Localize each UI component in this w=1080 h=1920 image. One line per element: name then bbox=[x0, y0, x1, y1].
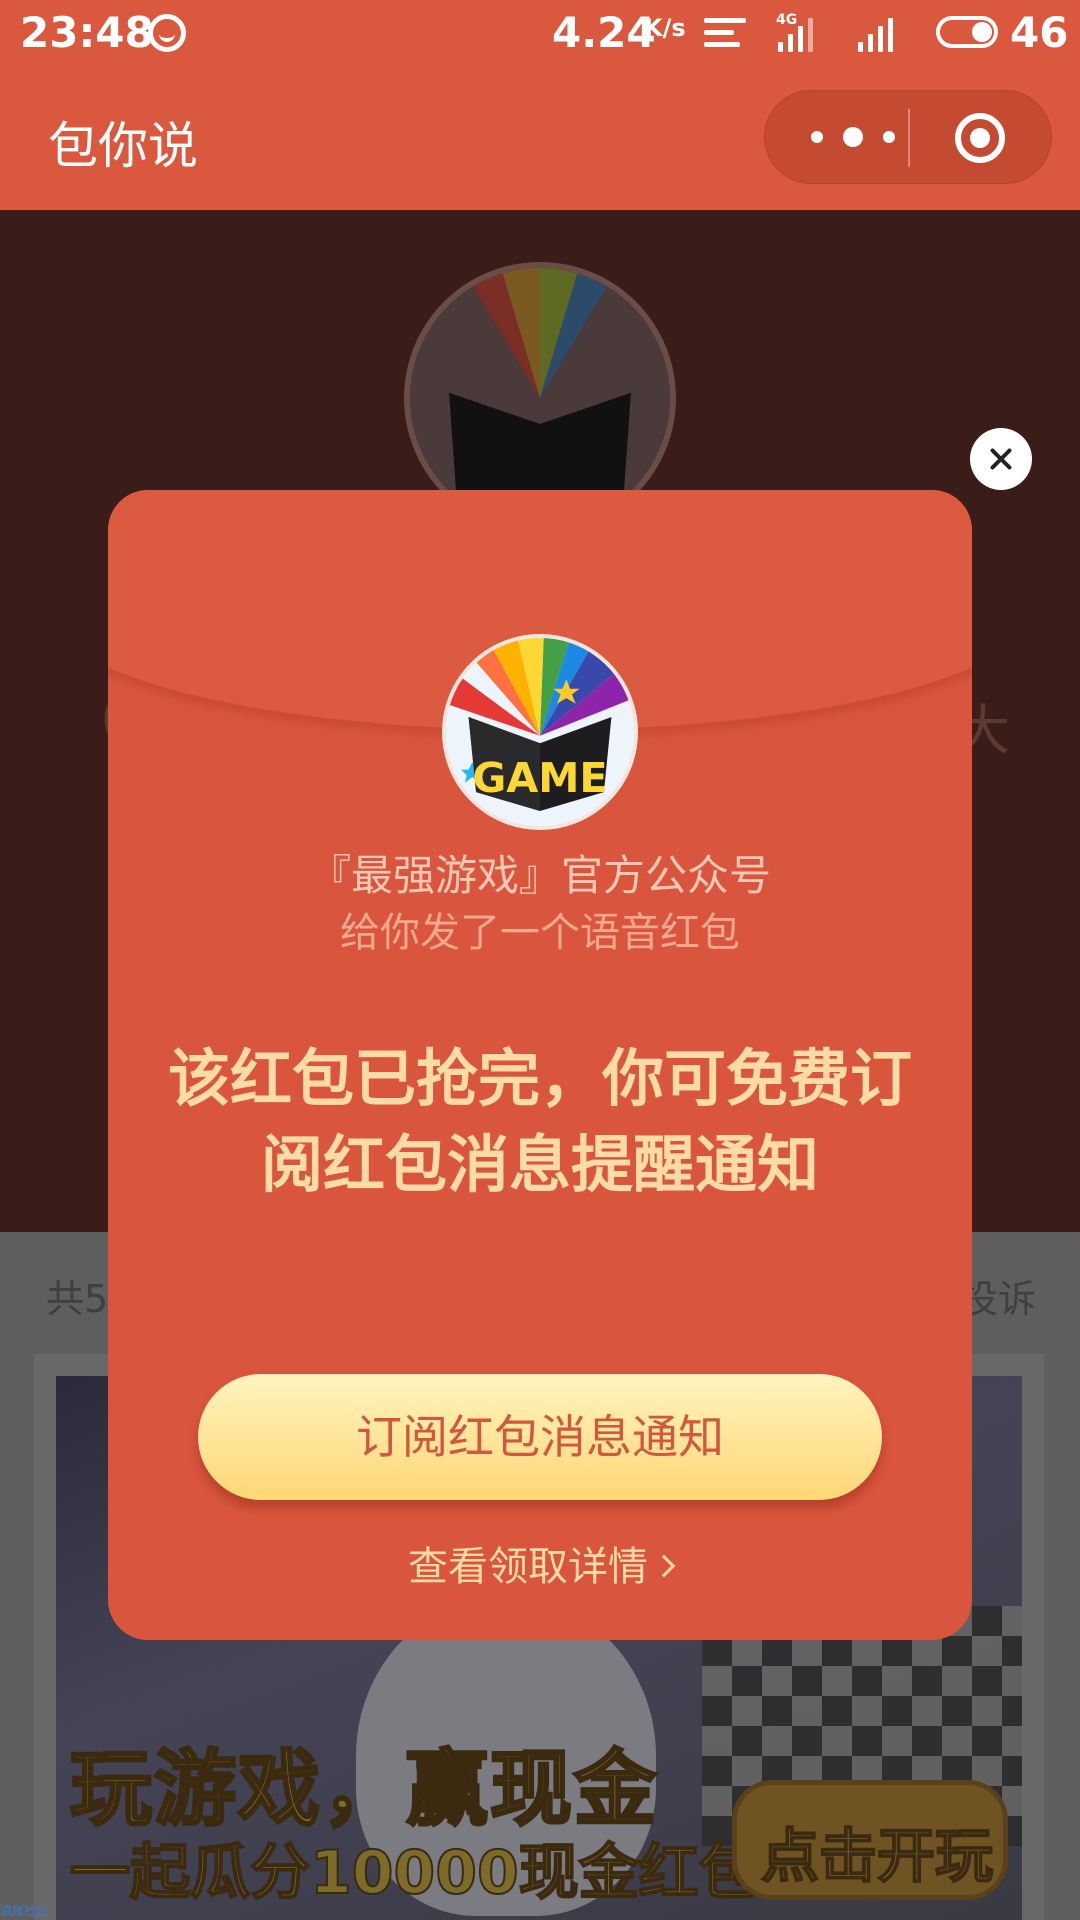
play-now-button[interactable]: 点击开玩 bbox=[732, 1780, 1008, 1900]
packet-description: 给你发了一个语音红包 bbox=[340, 910, 740, 956]
close-modal-button[interactable] bbox=[970, 428, 1032, 490]
view-details-label: 查看领取详情 bbox=[408, 1544, 648, 1590]
page-title: 包你说 bbox=[48, 117, 198, 175]
notification-face-icon bbox=[148, 14, 186, 52]
game-logo-text: GAME bbox=[472, 754, 607, 802]
banner-subline: 一起瓜分10000现金红包! bbox=[69, 1837, 787, 1909]
red-packet-modal: GAME 『最强游戏』官方公众号 给你发了一个语音红包 该红包已抢完，你可免费订… bbox=[108, 490, 972, 1640]
subscribe-button-label: 订阅红包消息通知 bbox=[356, 1410, 724, 1464]
view-details-link[interactable]: 查看领取详情 bbox=[108, 1534, 972, 1592]
signal-icon bbox=[778, 16, 822, 52]
capsule-divider bbox=[908, 109, 910, 167]
subscribe-notification-button[interactable]: 订阅红包消息通知 bbox=[198, 1374, 882, 1500]
battery-icon bbox=[936, 16, 998, 48]
status-time: 23:48 bbox=[20, 8, 154, 57]
sender-avatar: GAME bbox=[442, 634, 638, 830]
play-now-label: 点击开玩 bbox=[760, 1821, 994, 1891]
chevron-right-icon bbox=[652, 1554, 676, 1578]
packet-status-message: 该红包已抢完，你可免费订阅红包消息提醒通知 bbox=[167, 1042, 912, 1201]
more-options-icon[interactable] bbox=[805, 119, 905, 157]
network-speed: 4.24 bbox=[552, 8, 656, 57]
game-logo-icon bbox=[410, 268, 670, 528]
network-speed-unit: K/s bbox=[644, 14, 686, 42]
miniapp-close-icon[interactable] bbox=[955, 113, 1005, 163]
status-bar: 23:48 4.24 K/s 4G 46 bbox=[0, 0, 1080, 66]
menu-lines-icon bbox=[704, 18, 746, 52]
participant-count: 共5 bbox=[46, 1277, 109, 1321]
miniapp-capsule bbox=[764, 90, 1052, 184]
game-logo-icon: GAME bbox=[446, 638, 634, 826]
watermark: 浪尾社区 bbox=[0, 1904, 49, 1918]
sender-name: 『最强游戏』官方公众号 bbox=[308, 851, 771, 900]
title-bar: 包你说 bbox=[0, 66, 1080, 210]
battery-level: 46 bbox=[1010, 8, 1069, 57]
signal-icon-2 bbox=[858, 16, 902, 52]
